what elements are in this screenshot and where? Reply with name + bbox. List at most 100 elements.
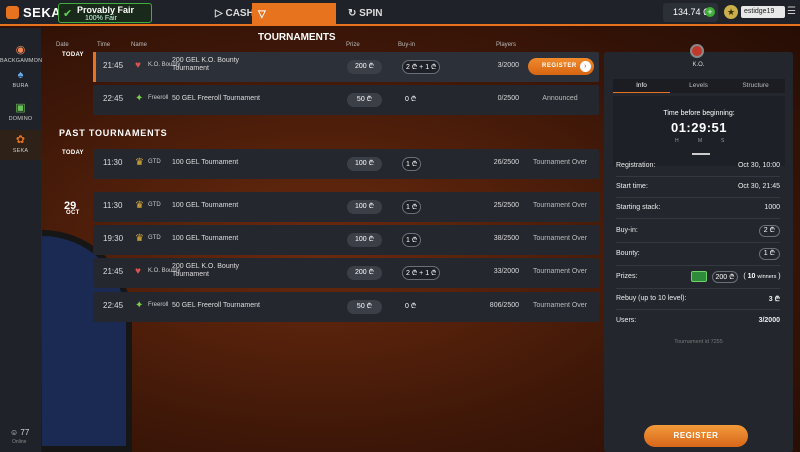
time-before-label: Time before beginning:	[663, 110, 735, 117]
top-bar: SEKA ✔ Provably Fair 100% Fair ▷ CASH ▽ …	[0, 0, 800, 43]
tournament-row-selected[interactable]: 21:45 ♥ K.O. Bounty 200 GEL K.O. Bounty …	[93, 52, 599, 82]
users-row: Users: 3/2000	[616, 317, 780, 324]
bounty-icon: ♥	[135, 60, 141, 71]
provably-fair-title: Provably Fair	[77, 5, 135, 15]
start-time-row: Start time: Oct 30, 21:45	[616, 183, 780, 190]
add-funds-button[interactable]: +	[705, 7, 715, 17]
tab-structure[interactable]: Structure	[727, 79, 784, 93]
divider	[616, 197, 780, 198]
trophy-icon: ♛	[135, 200, 144, 211]
check-shield-icon: ✔	[63, 8, 73, 20]
tournament-row[interactable]: 11:30 ♛ GTD 100 GEL Tournament 100 ₾ 1 ₾…	[93, 149, 599, 179]
username-field[interactable]: estidge19	[741, 6, 785, 18]
tab-tournaments[interactable]: ▽ TOURNAMENTS	[252, 3, 336, 43]
buyin-pill: 2 ₾ + 1 ₾	[402, 266, 441, 280]
trophy-icon: ♛	[135, 157, 144, 168]
panel-tabs: Info Levels Structure	[613, 79, 785, 93]
bura-icon: ♠	[17, 69, 24, 81]
prize-pill: 50 ₾	[347, 300, 382, 314]
countdown-box: Time before beginning: 01:29:51 H M S	[613, 96, 785, 166]
arrow-right-icon: ›	[580, 61, 591, 72]
divider	[616, 176, 780, 177]
buyin-row: Buy-in: 2 ₾	[616, 225, 780, 239]
online-label: Online	[12, 439, 27, 445]
buyin-pill: 1 ₾	[402, 200, 422, 214]
money-icon	[691, 271, 707, 282]
column-header-prize: Prize	[346, 42, 360, 48]
online-count: ☺ 77	[10, 428, 30, 437]
seka-icon: ✿	[15, 134, 26, 146]
tab-spin[interactable]: ↻ SPIN	[342, 4, 389, 24]
bounty-row: Bounty: 1 ₾	[616, 248, 780, 262]
tournament-row[interactable]: 22:45 ✦ Freeroll 50 GEL Freeroll Tournam…	[93, 85, 599, 115]
minutes-label: M	[698, 138, 703, 144]
tab-levels[interactable]: Levels	[670, 79, 727, 93]
prize-pill: 100 ₾	[347, 157, 382, 171]
trophy-icon: ▽	[258, 9, 266, 20]
game-sidebar: ◉ BACKGAMMON ♠ BURA ▣ DOMINO ✿ SEKA ☺ 77…	[0, 28, 42, 452]
date-label-today: TODAY	[62, 52, 84, 58]
column-header-buyin: Buy-in	[398, 42, 416, 48]
date-month: OCT	[66, 210, 80, 216]
prize-pill: 100 ₾	[347, 200, 382, 214]
panel-register-button[interactable]: REGISTER	[644, 425, 748, 447]
tournament-detail-panel: K.O. Info Levels Structure Time before b…	[604, 44, 793, 452]
freeroll-icon: ✦	[135, 300, 144, 311]
provably-fair-badge[interactable]: ✔ Provably Fair 100% Fair	[58, 3, 152, 23]
menu-icon[interactable]: ☰	[787, 6, 796, 17]
avatar[interactable]: ★	[724, 5, 738, 19]
provably-fair-subtitle: 100% Fair	[85, 15, 117, 22]
seka-logo[interactable]: SEKA	[6, 5, 61, 20]
user-icon: ☺	[10, 428, 19, 437]
prizes-value: 200 ₾	[712, 271, 738, 283]
domino-icon: ▣	[15, 102, 26, 114]
bounty-icon: ♥	[135, 266, 141, 277]
column-header-time: Time	[97, 42, 111, 48]
buyin-pill: 1 ₾	[402, 233, 422, 247]
sidebar-item-domino[interactable]: ▣ DOMINO	[0, 98, 41, 128]
winners-count: ( 10 winners )	[743, 273, 781, 280]
hours-label: H	[675, 138, 679, 144]
seconds-label: S	[721, 138, 725, 144]
logo-icon	[6, 6, 19, 19]
prize-pill: 200 ₾	[347, 60, 382, 74]
play-icon: ▷	[215, 8, 223, 19]
prize-pill: 100 ₾	[347, 233, 382, 247]
ko-bounty-icon	[690, 44, 704, 58]
divider	[616, 242, 780, 243]
registration-row: Registration: Oct 30, 10:00	[616, 162, 780, 169]
ko-label: K.O.	[692, 62, 705, 68]
register-button[interactable]: REGISTER ›	[528, 58, 594, 75]
buyin-pill: 2 ₾ + 1 ₾	[402, 60, 441, 74]
prize-pill: 200 ₾	[347, 266, 382, 280]
buyin-value: 0 ₾	[405, 96, 417, 103]
sidebar-item-seka[interactable]: ✿ SEKA	[0, 130, 41, 160]
column-header-name: Name	[131, 42, 148, 48]
buyin-value: 0 ₾	[405, 303, 417, 310]
prize-pill: 50 ₾	[347, 93, 382, 107]
spin-icon: ↻	[348, 8, 357, 19]
freeroll-icon: ✦	[135, 93, 144, 104]
buyin-pill: 1 ₾	[402, 157, 422, 171]
divider	[616, 265, 780, 266]
backgammon-icon: ◉	[15, 44, 26, 56]
divider	[616, 288, 780, 289]
tournament-row[interactable]: 22:45 ✦ Freeroll 50 GEL Freeroll Tournam…	[93, 292, 599, 322]
sidebar-item-bura[interactable]: ♠ BURA	[0, 66, 41, 96]
prizes-row: Prizes: 200 ₾ ( 10 winners )	[616, 271, 781, 283]
column-header-date: Date	[56, 42, 69, 48]
past-tournaments-heading: PAST TOURNAMENTS	[59, 128, 168, 138]
date-label-today: TODAY	[62, 150, 84, 156]
countdown-timer: 01:29:51	[670, 120, 728, 135]
tournament-row[interactable]: 21:45 ♥ K.O. Bounty 200 GEL K.O. Bounty …	[93, 258, 599, 288]
tournament-row[interactable]: 19:30 ♛ GTD 100 GEL Tournament 100 ₾ 1 ₾…	[93, 225, 599, 255]
tab-info[interactable]: Info	[613, 79, 670, 93]
tournament-id: Tournament id 7255	[674, 339, 723, 345]
divider	[616, 309, 780, 310]
tournament-row[interactable]: 11:30 ♛ GTD 100 GEL Tournament 100 ₾ 1 ₾…	[93, 192, 599, 222]
rebuy-row: Rebuy (up to 10 level): 3 ₾	[616, 295, 780, 303]
countdown-progress	[692, 153, 710, 155]
starting-stack-row: Starting stack: 1000	[616, 204, 780, 211]
divider	[616, 218, 780, 219]
selected-row-accent	[93, 52, 96, 82]
